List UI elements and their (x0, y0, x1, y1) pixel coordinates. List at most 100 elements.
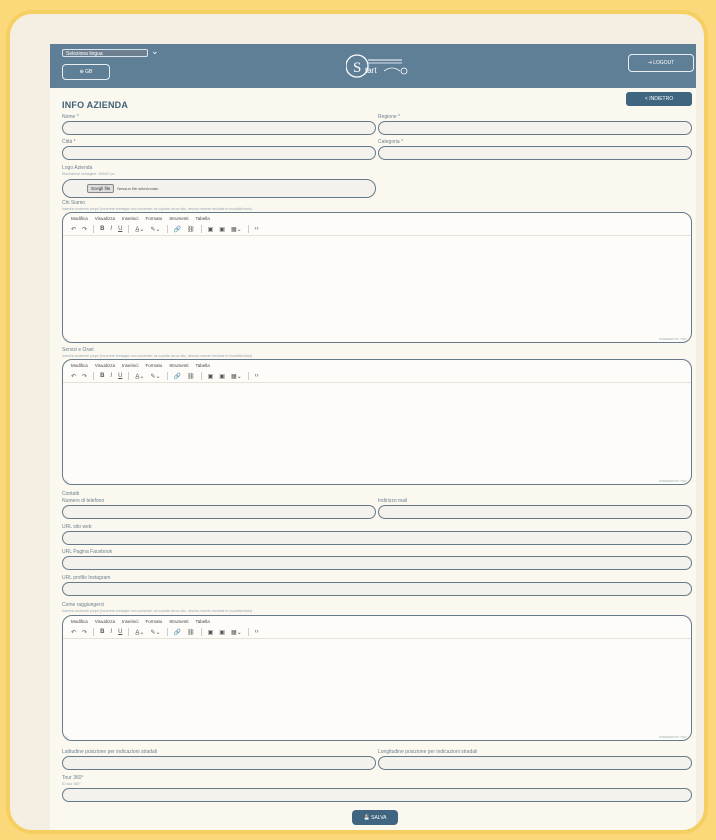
underline-icon[interactable]: U (118, 226, 122, 232)
undo-icon[interactable]: ↶ (71, 629, 76, 636)
italic-icon[interactable]: I (110, 373, 112, 379)
menu-tabella[interactable]: Tabella (196, 216, 210, 221)
longitudine-input[interactable] (378, 756, 692, 770)
redo-icon[interactable]: ↷ (82, 226, 87, 233)
table-icon[interactable]: ▦⌄ (231, 373, 242, 380)
url-sito-input[interactable] (62, 531, 692, 545)
nome-label: Nome * (62, 114, 79, 120)
chi-siamo-editor[interactable]: Modifica Visualizza Inserisci Formato St… (62, 212, 692, 343)
menu-formato[interactable]: Formato (145, 619, 162, 624)
code-icon[interactable]: ‹› (255, 629, 259, 635)
image-icon[interactable]: ▣ (208, 629, 214, 636)
menu-inserisci[interactable]: Inserisci (122, 619, 139, 624)
menu-visualizza[interactable]: Visualizza (95, 216, 115, 221)
highlight-icon[interactable]: ✎⌄ (150, 373, 160, 380)
logo-hint: Risoluzione immagine: 150x67 px (62, 172, 115, 176)
undo-icon[interactable]: ↶ (71, 373, 76, 380)
divider (128, 225, 130, 233)
code-icon[interactable]: ‹› (255, 226, 259, 232)
language-flag-button[interactable]: ⊕ GB (62, 64, 110, 80)
menu-modifica[interactable]: Modifica (71, 619, 88, 624)
link-icon[interactable]: 🔗 (174, 373, 181, 380)
come-raggiungerci-editor[interactable]: Modifica Visualizza Inserisci Formato St… (62, 615, 692, 741)
regione-select[interactable] (378, 121, 692, 135)
redo-icon[interactable]: ↷ (82, 373, 87, 380)
text-color-icon[interactable]: A̲⌄ (135, 373, 144, 380)
logout-button[interactable]: ⇥ LOGOUT (628, 54, 694, 72)
menu-visualizza[interactable]: Visualizza (95, 619, 115, 624)
regione-label: Regione * (378, 114, 400, 120)
divider (128, 628, 130, 636)
link-icon[interactable]: 🔗 (174, 226, 181, 233)
menu-inserisci[interactable]: Inserisci (122, 216, 139, 221)
nome-input[interactable] (62, 121, 376, 135)
email-label: Indirizzo mail (378, 498, 408, 504)
media-icon[interactable]: ▣ (219, 226, 225, 233)
url-instagram-input[interactable] (62, 582, 692, 596)
menu-modifica[interactable]: Modifica (71, 216, 88, 221)
citta-input[interactable] (62, 146, 376, 160)
save-button[interactable]: 💾 SALVA (352, 810, 398, 825)
app-frame: Seleziona lingua ⌄ ⊕ GB S tart ⇥ LOGOUT … (6, 10, 708, 834)
url-facebook-input[interactable] (62, 556, 692, 570)
italic-icon[interactable]: I (110, 629, 112, 635)
chevron-down-icon[interactable]: ⌄ (151, 46, 159, 57)
table-icon[interactable]: ▦⌄ (231, 629, 242, 636)
chi-siamo-hint: Inserire contenuti propri (Incorrere imm… (62, 207, 253, 211)
servizi-editor[interactable]: Modifica Visualizza Inserisci Formato St… (62, 359, 692, 485)
back-button[interactable]: < INDIETRO (626, 92, 692, 106)
highlight-icon[interactable]: ✎⌄ (150, 629, 160, 636)
editor-path: p (66, 735, 68, 739)
divider (247, 628, 249, 636)
menu-strumenti[interactable]: Strumenti (169, 216, 188, 221)
email-input[interactable] (378, 505, 692, 519)
menu-formato[interactable]: Formato (145, 216, 162, 221)
tour-hint: ID tour 360° (62, 782, 81, 786)
choose-file-button[interactable]: Scegli file (87, 184, 115, 193)
text-color-icon[interactable]: A̲⌄ (135, 629, 144, 636)
menu-modifica[interactable]: Modifica (71, 363, 88, 368)
language-select[interactable]: Seleziona lingua (62, 49, 148, 57)
page: Seleziona lingua ⌄ ⊕ GB S tart ⇥ LOGOUT … (50, 44, 696, 830)
latitudine-input[interactable] (62, 756, 376, 770)
unlink-icon[interactable]: ⛓ (187, 629, 195, 636)
menu-strumenti[interactable]: Strumenti (169, 363, 188, 368)
editor-status: POWERED BY TINY (659, 337, 687, 341)
image-icon[interactable]: ▣ (208, 226, 214, 233)
underline-icon[interactable]: U (118, 373, 122, 379)
url-sito-label: URL sito web (62, 524, 92, 530)
bold-icon[interactable]: B (100, 226, 104, 232)
menu-tabella[interactable]: Tabella (196, 619, 210, 624)
code-icon[interactable]: ‹› (255, 373, 259, 379)
unlink-icon[interactable]: ⛓ (187, 226, 195, 233)
undo-icon[interactable]: ↶ (71, 226, 76, 233)
highlight-icon[interactable]: ✎⌄ (150, 226, 160, 233)
tour-input[interactable] (62, 788, 692, 802)
unlink-icon[interactable]: ⛓ (187, 373, 195, 380)
categoria-select[interactable] (378, 146, 692, 160)
media-icon[interactable]: ▣ (219, 373, 225, 380)
chi-siamo-label: Chi Siamo (62, 200, 86, 206)
svg-text:S: S (353, 60, 361, 76)
menu-inserisci[interactable]: Inserisci (122, 363, 139, 368)
bold-icon[interactable]: B (100, 629, 104, 635)
menu-formato[interactable]: Formato (145, 363, 162, 368)
image-icon[interactable]: ▣ (208, 373, 214, 380)
editor-status: POWERED BY TINY (659, 479, 687, 483)
divider (200, 628, 202, 636)
link-icon[interactable]: 🔗 (174, 629, 181, 636)
telefono-input[interactable] (62, 505, 376, 519)
editor-path: p (66, 337, 68, 341)
logo-file-input[interactable]: Scegli file Nessun file selezionato (62, 179, 376, 198)
redo-icon[interactable]: ↷ (82, 629, 87, 636)
menu-tabella[interactable]: Tabella (196, 363, 210, 368)
italic-icon[interactable]: I (110, 226, 112, 232)
table-icon[interactable]: ▦⌄ (231, 226, 242, 233)
text-color-icon[interactable]: A̲⌄ (135, 226, 144, 233)
menu-visualizza[interactable]: Visualizza (95, 363, 115, 368)
media-icon[interactable]: ▣ (219, 629, 225, 636)
bold-icon[interactable]: B (100, 373, 104, 379)
url-facebook-label: URL Pagina Facebook (62, 549, 113, 555)
underline-icon[interactable]: U (118, 629, 122, 635)
menu-strumenti[interactable]: Strumenti (169, 619, 188, 624)
